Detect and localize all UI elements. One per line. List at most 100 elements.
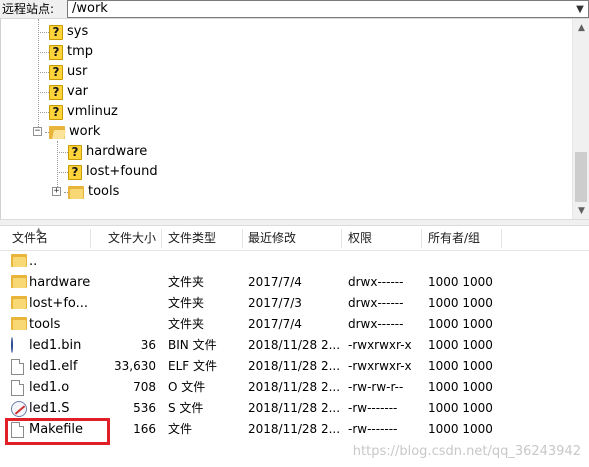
tree-item-label: sys bbox=[67, 24, 89, 39]
tree-item-tmp[interactable]: ? tmp bbox=[49, 42, 93, 62]
file-row-tools[interactable]: tools 文件夹 2017/7/4 drwx------ 1000 1000 bbox=[0, 314, 589, 335]
file-type: ELF 文件 bbox=[168, 359, 217, 373]
file-name: lost+fo... bbox=[29, 296, 89, 311]
file-row-parent[interactable]: .. bbox=[0, 251, 589, 272]
file-modified: 2018/11/28 2... bbox=[248, 401, 341, 415]
file-owner: 1000 1000 bbox=[428, 380, 493, 394]
scroll-up-icon[interactable]: ▲ bbox=[573, 19, 589, 36]
file-modified: 2018/11/28 2... bbox=[248, 380, 341, 394]
tree-item-hardware[interactable]: ? hardware bbox=[68, 142, 147, 162]
tree-vertical-scrollbar[interactable]: ▲ ▼ bbox=[572, 19, 589, 219]
remote-path-value: /work bbox=[72, 1, 108, 16]
question-icon: ? bbox=[68, 144, 82, 160]
column-divider[interactable] bbox=[90, 229, 91, 248]
file-type: 文件夹 bbox=[168, 296, 205, 310]
file-list-header: ▲ 文件名 文件大小 文件类型 最近修改 权限 所有者/组 bbox=[0, 226, 589, 251]
tree-item-label: lost+found bbox=[86, 164, 158, 179]
file-type: 文件夹 bbox=[168, 275, 205, 289]
tree-item-label: work bbox=[69, 124, 101, 139]
column-divider[interactable] bbox=[341, 229, 342, 248]
file-modified: 2017/7/3 bbox=[248, 296, 302, 310]
remote-path-input[interactable]: /work ▼ bbox=[67, 0, 589, 18]
file-permissions: -rwxrwxr-x bbox=[348, 338, 412, 352]
file-size bbox=[94, 314, 156, 335]
tree-guide-line bbox=[38, 92, 49, 93]
file-row-hardware[interactable]: hardware 文件夹 2017/7/4 drwx------ 1000 10… bbox=[0, 272, 589, 293]
question-icon: ? bbox=[49, 44, 63, 60]
folder-open-icon bbox=[49, 125, 66, 139]
file-row-lost-found[interactable]: lost+fo... 文件夹 2017/7/3 drwx------ 1000 … bbox=[0, 293, 589, 314]
scroll-down-icon[interactable]: ▼ bbox=[573, 202, 589, 219]
collapse-icon[interactable]: − bbox=[33, 127, 42, 136]
file-name: led1.o bbox=[29, 380, 70, 395]
expand-icon[interactable]: + bbox=[52, 187, 61, 196]
column-header-permissions[interactable]: 权限 bbox=[348, 226, 372, 251]
file-name: led1.S bbox=[29, 401, 70, 416]
question-icon: ? bbox=[49, 24, 63, 40]
file-row-led1-elf[interactable]: led1.elf 33,630 ELF 文件 2018/11/28 2... -… bbox=[0, 356, 589, 377]
column-divider[interactable] bbox=[242, 229, 243, 248]
column-divider[interactable] bbox=[421, 229, 422, 248]
remote-site-bar: 远程站点: /work ▼ bbox=[0, 0, 589, 19]
tree-item-var[interactable]: ? var bbox=[49, 82, 88, 102]
file-permissions: drwx------ bbox=[348, 296, 404, 310]
tree-item-label: tmp bbox=[67, 44, 94, 59]
remote-directory-tree: ? sys ? tmp ? usr ? var ? vmlinuz − work… bbox=[0, 19, 589, 219]
watermark: https://blog.csdn.net/qq_36243942 bbox=[352, 444, 581, 459]
file-name: tools bbox=[29, 317, 61, 332]
file-modified: 2018/11/28 2... bbox=[248, 338, 341, 352]
file-size: 536 bbox=[133, 401, 156, 415]
file-modified: 2018/11/28 2... bbox=[248, 422, 341, 436]
tree-item-vmlinuz[interactable]: ? vmlinuz bbox=[49, 102, 118, 122]
column-header-owner[interactable]: 所有者/组 bbox=[428, 226, 480, 251]
file-size: 36 bbox=[140, 338, 156, 352]
file-type: 文件夹 bbox=[168, 317, 205, 331]
tree-item-lost-found[interactable]: ? lost+found bbox=[68, 162, 158, 182]
file-modified: 2017/7/4 bbox=[248, 317, 302, 331]
file-size bbox=[94, 293, 156, 314]
file-name: hardware bbox=[29, 275, 91, 290]
tree-item-label: tools bbox=[88, 184, 120, 199]
tree-guide-line bbox=[38, 19, 39, 131]
column-header-name[interactable]: 文件名 bbox=[12, 226, 48, 251]
column-header-size[interactable]: 文件大小 bbox=[108, 226, 156, 251]
remote-site-label: 远程站点: bbox=[2, 2, 55, 16]
file-size: 708 bbox=[133, 380, 156, 394]
file-icon bbox=[11, 359, 24, 375]
file-icon bbox=[11, 380, 24, 396]
folder-icon bbox=[68, 185, 84, 199]
tree-guide-line bbox=[38, 52, 49, 53]
file-type: S 文件 bbox=[168, 401, 204, 415]
column-divider[interactable] bbox=[161, 229, 162, 248]
question-icon: ? bbox=[68, 164, 82, 180]
file-size bbox=[94, 272, 156, 293]
file-modified: 2018/11/28 2... bbox=[248, 359, 341, 373]
tree-item-label: var bbox=[67, 84, 89, 99]
tree-item-work[interactable]: work bbox=[49, 122, 100, 142]
file-owner: 1000 1000 bbox=[428, 401, 493, 415]
file-row-led1-bin[interactable]: led1.bin 36 BIN 文件 2018/11/28 2... -rwxr… bbox=[0, 335, 589, 356]
tree-item-label: usr bbox=[67, 64, 88, 79]
pane-splitter[interactable] bbox=[0, 219, 589, 226]
tree-item-usr[interactable]: ? usr bbox=[49, 62, 87, 82]
chevron-down-icon[interactable]: ▼ bbox=[572, 1, 588, 17]
makefile-highlight-box bbox=[5, 418, 110, 445]
file-owner: 1000 1000 bbox=[428, 422, 493, 436]
question-icon: ? bbox=[49, 104, 63, 120]
file-row-led1-s[interactable]: led1.S 536 S 文件 2018/11/28 2... -rw-----… bbox=[0, 398, 589, 419]
file-name: led1.elf bbox=[29, 359, 78, 374]
tree-item-sys[interactable]: ? sys bbox=[49, 22, 88, 42]
file-owner: 1000 1000 bbox=[428, 317, 493, 331]
file-permissions: -rw------- bbox=[348, 401, 398, 415]
tree-item-tools[interactable]: tools bbox=[68, 182, 119, 202]
file-owner: 1000 1000 bbox=[428, 338, 493, 352]
tree-guide-line bbox=[38, 72, 49, 73]
bin-file-icon bbox=[11, 337, 13, 353]
tree-item-label: vmlinuz bbox=[67, 104, 118, 119]
column-header-type[interactable]: 文件类型 bbox=[168, 226, 216, 251]
column-header-modified[interactable]: 最近修改 bbox=[248, 226, 296, 251]
column-divider[interactable] bbox=[501, 229, 502, 248]
file-row-led1-o[interactable]: led1.o 708 O 文件 2018/11/28 2... -rw-rw-r… bbox=[0, 377, 589, 398]
scrollbar-thumb[interactable] bbox=[575, 152, 587, 202]
file-name: .. bbox=[29, 254, 38, 269]
